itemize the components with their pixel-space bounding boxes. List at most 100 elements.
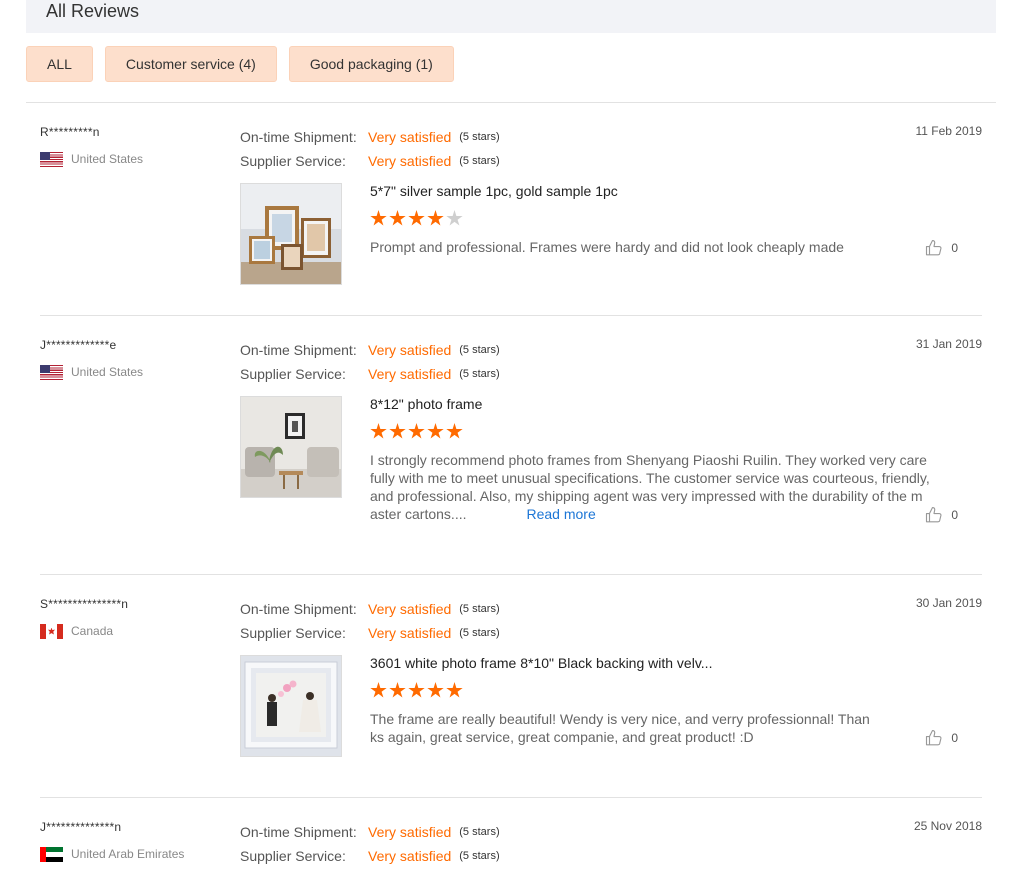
shipment-value: Very satisfied bbox=[368, 824, 452, 840]
uae-flag-icon bbox=[40, 846, 63, 862]
reviewer-country: United States bbox=[40, 364, 143, 380]
thumbs-up-icon bbox=[926, 239, 942, 256]
star-filled-icon bbox=[389, 210, 406, 226]
review-comment: Prompt and professional. Frames were har… bbox=[370, 239, 844, 255]
service-label: Supplier Service: bbox=[240, 625, 346, 641]
shipment-value: Very satisfied bbox=[368, 601, 452, 617]
filter-customer-service-chip[interactable]: Customer service (4) bbox=[104, 46, 277, 82]
review-date: 31 Jan 2019 bbox=[915, 337, 982, 351]
reviewer-country: Canada bbox=[40, 623, 113, 639]
like-count: 0 bbox=[951, 508, 958, 522]
service-stars: (5 stars) bbox=[459, 627, 500, 639]
product-rating-stars bbox=[370, 423, 463, 440]
service-value: Very satisfied bbox=[368, 625, 452, 641]
supplier-ratings: On-time Shipment: Very satisfied (5 star… bbox=[240, 820, 500, 868]
like-button[interactable]: 0 bbox=[925, 506, 958, 524]
service-value: Very satisfied bbox=[368, 848, 452, 864]
product-title[interactable]: 8*12" photo frame bbox=[370, 396, 482, 412]
service-stars: (5 stars) bbox=[459, 368, 500, 380]
star-filled-icon bbox=[427, 682, 444, 698]
us-flag-icon bbox=[40, 151, 63, 167]
product-title[interactable]: 3601 white photo frame 8*10" Black backi… bbox=[370, 655, 712, 671]
like-button[interactable]: 0 bbox=[925, 729, 958, 747]
shipment-label: On-time Shipment: bbox=[240, 129, 357, 145]
reviewer-name: J**************n bbox=[40, 820, 122, 834]
star-filled-icon bbox=[408, 210, 425, 226]
shipment-value: Very satisfied bbox=[368, 342, 452, 358]
like-button[interactable]: 0 bbox=[925, 239, 958, 257]
reviews-header: All Reviews bbox=[26, 0, 996, 33]
product-thumbnail[interactable] bbox=[240, 655, 342, 757]
service-stars: (5 stars) bbox=[459, 155, 500, 167]
service-label: Supplier Service: bbox=[240, 153, 346, 169]
product-thumbnail[interactable] bbox=[240, 396, 342, 498]
reviewer-country: United Arab Emirates bbox=[40, 846, 184, 862]
product-title[interactable]: 5*7" silver sample 1pc, gold sample 1pc bbox=[370, 183, 618, 199]
review-comment: The frame are really beautiful! Wendy is… bbox=[370, 711, 870, 745]
review-date: 11 Feb 2019 bbox=[915, 124, 983, 138]
shipment-label: On-time Shipment: bbox=[240, 824, 357, 840]
reviewer-name: R*********n bbox=[40, 125, 100, 139]
supplier-ratings: On-time Shipment: Very satisfied (5 star… bbox=[240, 125, 500, 173]
country-name: United States bbox=[71, 152, 144, 166]
read-more-link[interactable]: Read more bbox=[526, 506, 595, 522]
star-filled-icon bbox=[408, 423, 425, 439]
service-stars: (5 stars) bbox=[459, 850, 500, 862]
review-item: R*********n United States On-time Shipme… bbox=[40, 103, 982, 316]
star-filled-icon bbox=[408, 682, 425, 698]
shipment-stars: (5 stars) bbox=[459, 603, 500, 615]
shipment-rating: On-time Shipment: Very satisfied (5 star… bbox=[240, 125, 500, 149]
shipment-label: On-time Shipment: bbox=[240, 342, 357, 358]
filter-all-chip[interactable]: ALL bbox=[26, 46, 93, 82]
page-title: All Reviews bbox=[46, 1, 140, 21]
review-item: J**************n United Arab Emirates On… bbox=[40, 798, 982, 871]
reviewer-name: S***************n bbox=[40, 597, 129, 611]
reviewer-country: United States bbox=[40, 151, 143, 167]
review-filters: ALL Customer service (4) Good packaging … bbox=[26, 46, 454, 82]
white-frame-photo-image bbox=[241, 656, 341, 756]
product-rating-stars bbox=[370, 682, 463, 699]
star-filled-icon bbox=[446, 423, 463, 439]
service-rating: Supplier Service: Very satisfied (5 star… bbox=[240, 844, 500, 868]
filter-good-packaging-chip[interactable]: Good packaging (1) bbox=[288, 46, 454, 82]
shipment-rating: On-time Shipment: Very satisfied (5 star… bbox=[240, 820, 500, 844]
comment-text: I strongly recommend photo frames from S… bbox=[370, 452, 930, 522]
country-name: United States bbox=[71, 365, 144, 379]
living-room-frame-image bbox=[241, 397, 341, 497]
shipment-rating: On-time Shipment: Very satisfied (5 star… bbox=[240, 597, 500, 621]
service-rating: Supplier Service: Very satisfied (5 star… bbox=[240, 149, 500, 173]
like-count: 0 bbox=[951, 731, 958, 745]
us-flag-icon bbox=[40, 364, 63, 380]
shipment-stars: (5 stars) bbox=[459, 826, 500, 838]
service-label: Supplier Service: bbox=[240, 848, 346, 864]
country-name: Canada bbox=[71, 624, 114, 638]
picture-frames-image bbox=[241, 184, 341, 284]
shipment-label: On-time Shipment: bbox=[240, 601, 357, 617]
service-rating: Supplier Service: Very satisfied (5 star… bbox=[240, 362, 500, 386]
thumbs-up-icon bbox=[926, 729, 942, 746]
product-rating-stars bbox=[370, 210, 463, 227]
shipment-rating: On-time Shipment: Very satisfied (5 star… bbox=[240, 338, 500, 362]
shipment-stars: (5 stars) bbox=[459, 344, 500, 356]
star-filled-icon bbox=[370, 682, 387, 698]
star-filled-icon bbox=[370, 210, 387, 226]
star-filled-icon bbox=[389, 423, 406, 439]
supplier-ratings: On-time Shipment: Very satisfied (5 star… bbox=[240, 597, 500, 645]
review-comment: I strongly recommend photo frames from S… bbox=[370, 451, 930, 523]
service-value: Very satisfied bbox=[368, 153, 452, 169]
star-filled-icon bbox=[389, 682, 406, 698]
country-name: United Arab Emirates bbox=[71, 847, 185, 861]
shipment-stars: (5 stars) bbox=[459, 131, 500, 143]
review-item: J*************e United States On-time Sh… bbox=[40, 316, 982, 575]
star-filled-icon bbox=[427, 210, 444, 226]
service-rating: Supplier Service: Very satisfied (5 star… bbox=[240, 621, 500, 645]
like-count: 0 bbox=[951, 241, 958, 255]
star-empty-icon bbox=[446, 210, 463, 226]
service-label: Supplier Service: bbox=[240, 366, 346, 382]
star-filled-icon bbox=[446, 682, 463, 698]
thumbs-up-icon bbox=[926, 506, 942, 523]
product-thumbnail[interactable] bbox=[240, 183, 342, 285]
star-filled-icon bbox=[427, 423, 444, 439]
review-item: S***************n Canada On-time Shipmen… bbox=[40, 575, 982, 798]
service-value: Very satisfied bbox=[368, 366, 452, 382]
